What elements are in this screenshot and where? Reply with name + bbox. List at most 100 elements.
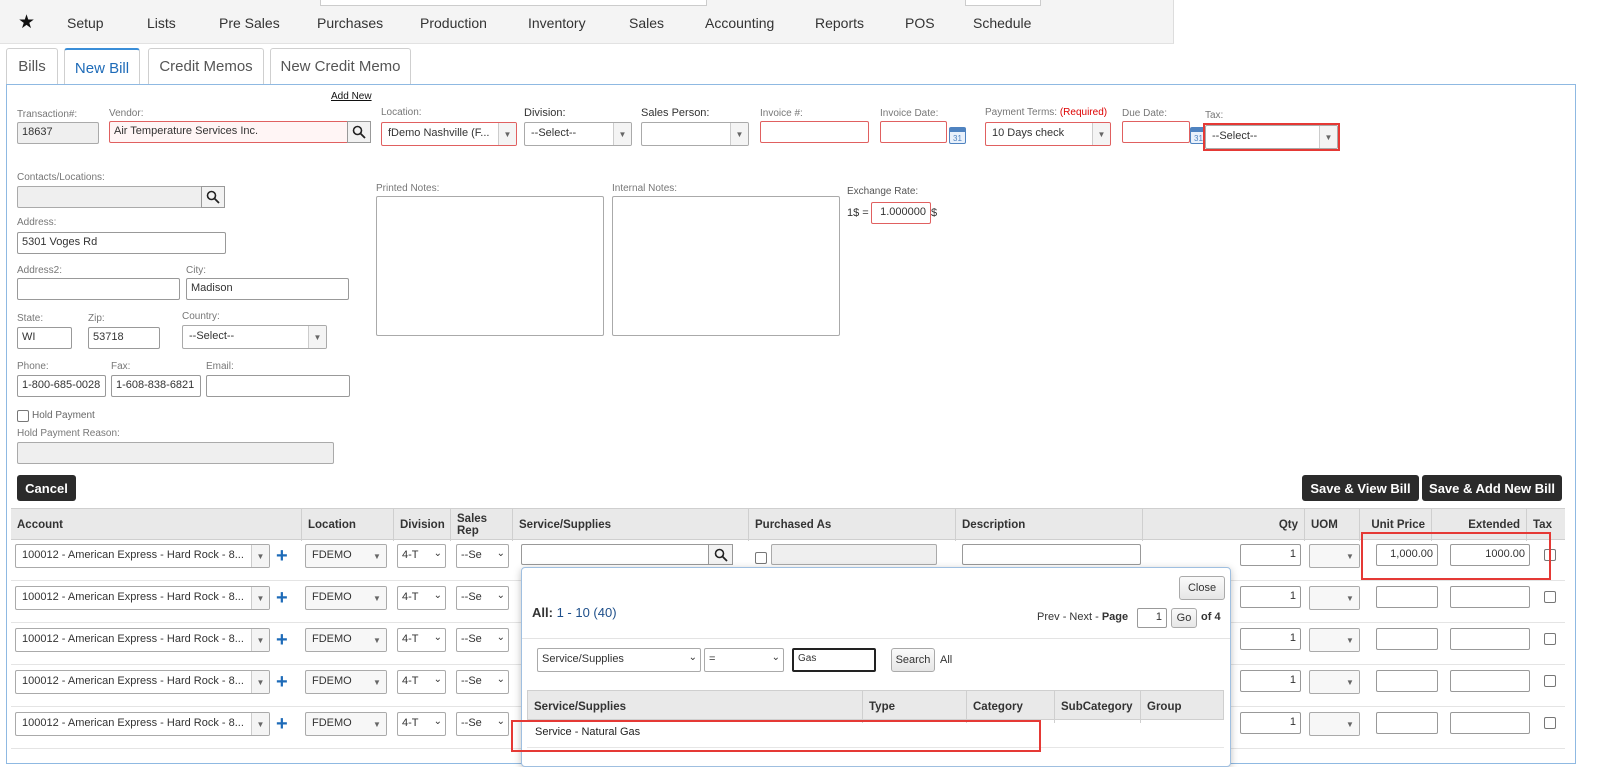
city-field[interactable]: Madison	[186, 278, 349, 300]
nav-lists[interactable]: Lists	[147, 15, 176, 31]
filter-value-input[interactable]: Gas	[792, 648, 876, 672]
row-sales-rep-select[interactable]: --Se ⌄	[456, 670, 509, 694]
service-supplies-search-button[interactable]	[708, 544, 733, 565]
row-division-select[interactable]: 4-T ⌄	[397, 670, 446, 694]
row-sales-rep-select[interactable]: --Se ⌄	[456, 586, 509, 610]
add-account-icon[interactable]: +	[276, 588, 288, 608]
row-division-select[interactable]: 4-T ⌄	[397, 712, 446, 736]
state-field[interactable]: WI	[17, 327, 72, 349]
cancel-button[interactable]: Cancel	[17, 475, 76, 501]
service-supplies-field[interactable]	[521, 544, 710, 565]
nav-setup[interactable]: Setup	[67, 15, 104, 31]
nav-pre-sales[interactable]: Pre Sales	[219, 15, 280, 31]
row-division-select[interactable]: 4-T ⌄	[397, 628, 446, 652]
tab-credit-memos[interactable]: Credit Memos	[148, 48, 264, 84]
nav-inventory[interactable]: Inventory	[528, 15, 586, 31]
unit-price-field[interactable]	[1376, 712, 1438, 734]
account-select[interactable]: 100012 - American Express - Hard Rock - …	[15, 670, 270, 694]
payment-terms-select[interactable]: 10 Days check ▼	[985, 122, 1111, 146]
account-select[interactable]: 100012 - American Express - Hard Rock - …	[15, 628, 270, 652]
add-account-icon[interactable]: +	[276, 546, 288, 566]
description-field[interactable]	[962, 544, 1141, 565]
qty-field[interactable]: 1	[1240, 712, 1301, 734]
location-select[interactable]: fDemo Nashville (F... ▼	[381, 122, 517, 146]
hold-payment-checkbox[interactable]	[17, 410, 29, 422]
extended-field[interactable]	[1450, 712, 1530, 734]
close-button[interactable]: Close	[1179, 576, 1225, 600]
row-sales-rep-select[interactable]: --Se ⌄	[456, 544, 509, 568]
add-new-vendor-link[interactable]: Add New	[331, 91, 372, 102]
contacts-field[interactable]	[17, 186, 203, 208]
nav-schedule[interactable]: Schedule	[973, 15, 1031, 31]
vendor-search-button[interactable]	[347, 121, 371, 143]
tab-bills[interactable]: Bills	[6, 48, 58, 84]
uom-select[interactable]: ▼	[1309, 670, 1360, 694]
nav-production[interactable]: Production	[420, 15, 487, 31]
invoice-number-field[interactable]	[760, 121, 869, 143]
qty-field[interactable]: 1	[1240, 670, 1301, 692]
purchased-as-field[interactable]	[771, 544, 937, 565]
filter-field-select[interactable]: Service/Supplies ⌄	[537, 648, 701, 672]
extended-field[interactable]	[1450, 586, 1530, 608]
nav-accounting[interactable]: Accounting	[705, 15, 774, 31]
sales-person-select[interactable]: ▼	[641, 122, 749, 146]
save-view-bill-button[interactable]: Save & View Bill	[1302, 475, 1419, 501]
prev-page-link[interactable]: Prev	[1037, 611, 1060, 623]
qty-field[interactable]: 1	[1240, 628, 1301, 650]
address2-field[interactable]	[17, 278, 180, 300]
tax-checkbox[interactable]	[1544, 717, 1556, 729]
qty-field[interactable]: 1	[1240, 544, 1301, 566]
uom-select[interactable]: ▼	[1309, 586, 1360, 610]
account-select[interactable]: 100012 - American Express - Hard Rock - …	[15, 586, 270, 610]
show-all-link[interactable]: All	[940, 654, 952, 666]
address-field[interactable]: 5301 Voges Rd	[17, 232, 226, 254]
row-location-select[interactable]: FDEMO ▼	[305, 670, 387, 694]
uom-select[interactable]: ▼	[1309, 628, 1360, 652]
due-date-field[interactable]	[1122, 121, 1190, 143]
favorites-star-icon[interactable]: ★	[18, 11, 35, 34]
zip-field[interactable]: 53718	[88, 327, 160, 349]
qty-field[interactable]: 1	[1240, 586, 1301, 608]
row-location-select[interactable]: FDEMO ▼	[305, 712, 387, 736]
hold-reason-field[interactable]	[17, 442, 334, 464]
row-location-select[interactable]: FDEMO ▼	[305, 586, 387, 610]
extended-field[interactable]	[1450, 628, 1530, 650]
uom-select[interactable]: ▼	[1309, 544, 1360, 568]
save-add-new-bill-button[interactable]: Save & Add New Bill	[1422, 475, 1562, 501]
go-button[interactable]: Go	[1171, 608, 1197, 628]
tax-checkbox[interactable]	[1544, 675, 1556, 687]
email-field[interactable]	[206, 375, 350, 397]
calendar-icon[interactable]: 31	[949, 127, 966, 144]
nav-sales[interactable]: Sales	[629, 15, 664, 31]
nav-reports[interactable]: Reports	[815, 15, 864, 31]
filter-operator-select[interactable]: = ⌄	[704, 648, 784, 672]
invoice-date-field[interactable]	[880, 121, 947, 143]
unit-price-field[interactable]	[1376, 670, 1438, 692]
search-button[interactable]: Search	[891, 648, 935, 672]
tab-new-credit-memo[interactable]: New Credit Memo	[270, 48, 411, 84]
fax-field[interactable]: 1-608-838-6821	[111, 375, 201, 397]
row-location-select[interactable]: FDEMO ▼	[305, 544, 387, 568]
uom-select[interactable]: ▼	[1309, 712, 1360, 736]
extended-field[interactable]	[1450, 670, 1530, 692]
unit-price-field[interactable]	[1376, 628, 1438, 650]
add-account-icon[interactable]: +	[276, 672, 288, 692]
division-select[interactable]: --Select-- ▼	[524, 122, 632, 146]
internal-notes-textarea[interactable]	[612, 196, 840, 336]
tab-new-bill[interactable]: New Bill	[64, 48, 140, 86]
row-sales-rep-select[interactable]: --Se ⌄	[456, 628, 509, 652]
row-sales-rep-select[interactable]: --Se ⌄	[456, 712, 509, 736]
country-select[interactable]: --Select-- ▼	[182, 325, 327, 349]
unit-price-field[interactable]	[1376, 586, 1438, 608]
row-location-select[interactable]: FDEMO ▼	[305, 628, 387, 652]
printed-notes-textarea[interactable]	[376, 196, 604, 336]
exchange-rate-field[interactable]: 1.000000	[871, 202, 931, 224]
tax-checkbox[interactable]	[1544, 633, 1556, 645]
row-division-select[interactable]: 4-T ⌄	[397, 586, 446, 610]
purchased-as-checkbox[interactable]	[755, 552, 767, 564]
vendor-field[interactable]: Air Temperature Services Inc.	[109, 121, 349, 143]
contacts-search-button[interactable]	[201, 186, 225, 208]
tax-checkbox[interactable]	[1544, 591, 1556, 603]
next-page-link[interactable]: Next	[1069, 611, 1092, 623]
row-division-select[interactable]: 4-T ⌄	[397, 544, 446, 568]
